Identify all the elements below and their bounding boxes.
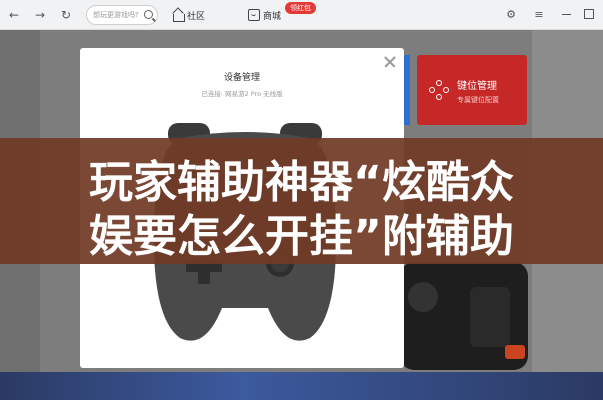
- taskbar-strip: [0, 372, 603, 400]
- key-mapping-title: 键位管理: [457, 81, 497, 92]
- search-icon[interactable]: [144, 10, 153, 19]
- minimize-icon[interactable]: [562, 14, 571, 15]
- tab-community-label: 社区: [187, 11, 206, 22]
- settings-icon[interactable]: ⚙: [504, 8, 518, 22]
- close-icon[interactable]: [382, 54, 398, 70]
- red-accent-decoration: [505, 345, 525, 359]
- title-banner: 玩家辅助神器“炫酷众 娱要怎么开挂”附辅助: [0, 138, 603, 264]
- key-mapping-subtitle: 专属键位配置: [457, 96, 499, 104]
- dpad-icon: [429, 80, 449, 100]
- banner-line-2: 娱要怎么开挂”附辅助: [89, 211, 514, 262]
- tab-store[interactable]: 商城: [248, 7, 281, 23]
- menu-icon[interactable]: ≡: [532, 8, 546, 22]
- dialog-title: 设备管理: [223, 73, 260, 83]
- search-placeholder: 想玩更游戏吗?: [93, 11, 139, 19]
- back-icon[interactable]: ←: [6, 7, 22, 23]
- maximize-icon[interactable]: [584, 9, 594, 19]
- refresh-icon[interactable]: ↻: [58, 7, 74, 23]
- key-mapping-card[interactable]: 键位管理 专属键位配置: [417, 55, 527, 125]
- home-icon: [172, 9, 185, 22]
- dialog-subtitle: 已连接: 网易游2 Pro 无线版: [201, 90, 283, 98]
- promo-badge[interactable]: 领红包: [285, 2, 316, 14]
- top-bar: ← → ↻ 想玩更游戏吗? 社区 商城 领红包 ⚙ ≡: [0, 0, 603, 30]
- store-icon: [248, 9, 260, 21]
- tab-community[interactable]: 社区: [172, 7, 205, 23]
- forward-icon[interactable]: →: [32, 7, 48, 23]
- search-input[interactable]: 想玩更游戏吗?: [86, 5, 158, 25]
- tab-store-label: 商城: [263, 11, 282, 22]
